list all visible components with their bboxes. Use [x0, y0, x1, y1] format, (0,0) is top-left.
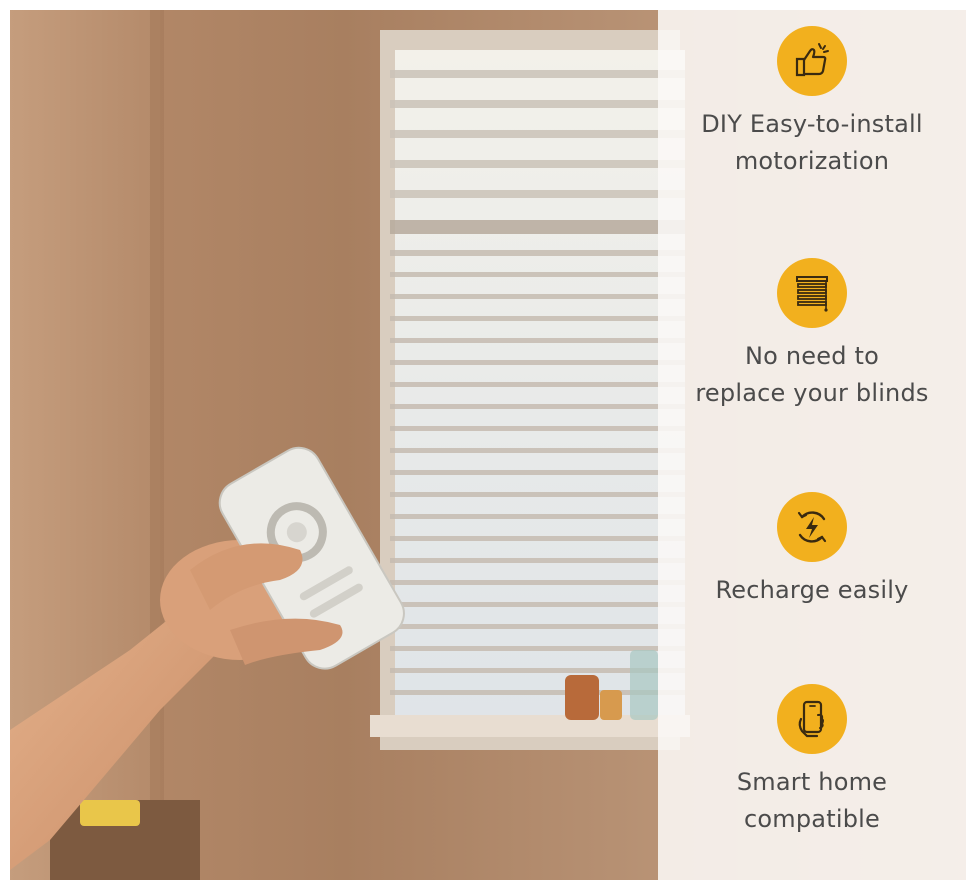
blinds-icon	[777, 258, 847, 328]
smartphone-icon	[777, 684, 847, 754]
feature-label-line1: No need to	[745, 342, 879, 370]
feature-diy-install: DIY Easy-to-install motorization	[658, 26, 966, 180]
feature-label-line2: replace your blinds	[695, 379, 929, 407]
recharge-icon	[777, 492, 847, 562]
product-banner: DIY Easy-to-install motorization No need…	[10, 10, 966, 880]
thumbs-up-icon	[777, 26, 847, 96]
feature-label-line2: motorization	[734, 147, 890, 175]
feature-no-replace: No need to replace your blinds	[658, 258, 966, 412]
feature-label-line1: DIY Easy-to-install	[701, 110, 923, 138]
features-panel: DIY Easy-to-install motorization No need…	[658, 10, 966, 880]
feature-smart-home: Smart home compatible	[658, 684, 966, 838]
feature-label-line1: Recharge easily	[715, 576, 909, 604]
feature-label-line1: Smart home	[736, 768, 888, 796]
feature-recharge: Recharge easily	[658, 492, 966, 609]
feature-label-line2: compatible	[744, 805, 880, 833]
